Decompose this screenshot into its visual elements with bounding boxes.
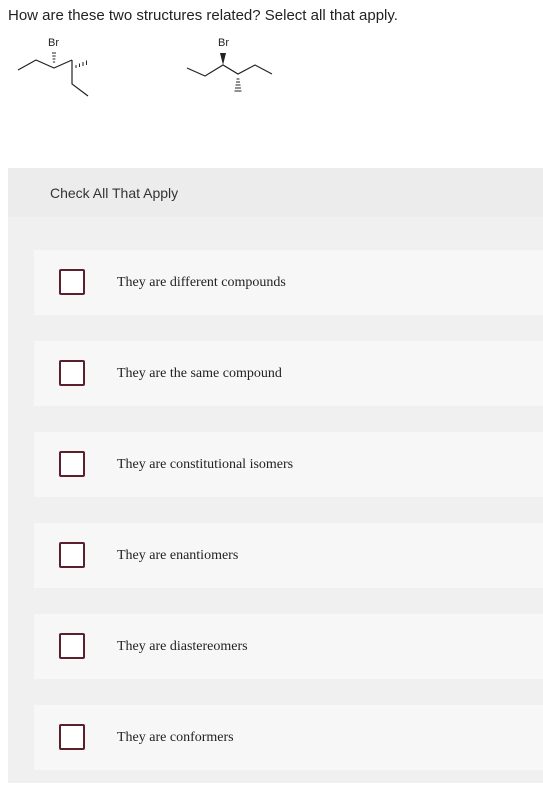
- panel-header: Check All That Apply: [8, 168, 543, 217]
- option-constitutional-isomers[interactable]: They are constitutional isomers: [34, 432, 543, 497]
- option-label: They are different compounds: [117, 275, 286, 290]
- structure-1-atom-label: Br: [48, 37, 59, 49]
- option-conformers[interactable]: They are conformers: [34, 705, 543, 770]
- structure-1-bonds: [17, 59, 89, 97]
- checkbox[interactable]: [59, 724, 85, 750]
- structure-2-hashed-methyl: [234, 78, 242, 92]
- structure-2-bonds: [186, 64, 273, 77]
- checkbox[interactable]: [59, 360, 85, 386]
- option-label: They are enantiomers: [117, 548, 239, 563]
- checkbox[interactable]: [59, 633, 85, 659]
- structure-1: Br: [17, 37, 89, 97]
- option-enantiomers[interactable]: They are enantiomers: [34, 523, 543, 588]
- checkbox[interactable]: [59, 269, 85, 295]
- checkbox[interactable]: [59, 451, 85, 477]
- question-text: How are these two structures related? Se…: [8, 7, 398, 24]
- panel-title: Check All That Apply: [50, 185, 179, 201]
- option-label: They are the same compound: [117, 366, 282, 381]
- structure-2: Br: [186, 37, 273, 92]
- option-label: They are constitutional isomers: [117, 457, 294, 472]
- structure-2-atom-label: Br: [218, 37, 229, 49]
- option-same-compound[interactable]: They are the same compound: [34, 341, 543, 406]
- option-label: They are diastereomers: [117, 639, 248, 654]
- option-diastereomers[interactable]: They are diastereomers: [34, 614, 543, 679]
- structure-1-hashed-methyl: [75, 60, 87, 68]
- checkbox[interactable]: [59, 542, 85, 568]
- option-label: They are conformers: [117, 730, 234, 745]
- answer-panel: Check All That Apply They are different …: [8, 168, 543, 783]
- option-different-compounds[interactable]: They are different compounds: [34, 250, 543, 315]
- structure-2-bold-wedge: [220, 53, 226, 65]
- structure-1-hashed-wedge: [52, 52, 56, 63]
